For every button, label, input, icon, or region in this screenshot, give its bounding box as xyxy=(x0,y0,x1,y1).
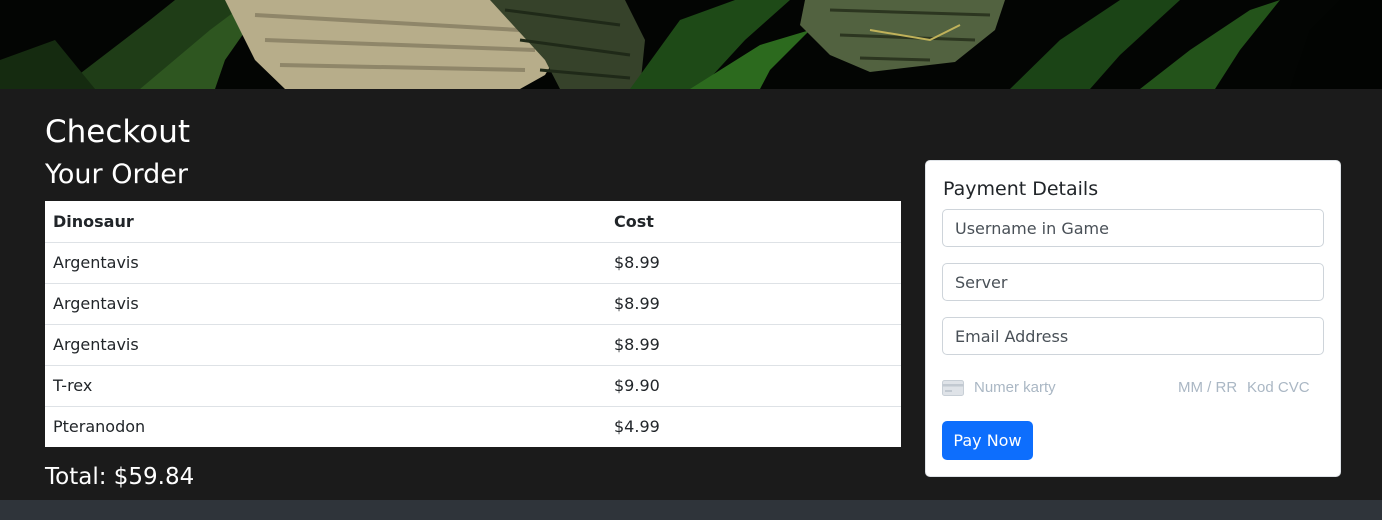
dinosaur-name: Argentavis xyxy=(45,324,606,366)
payment-details-card: Payment Details Numer karty MM / RR Kod … xyxy=(925,160,1341,477)
hero-banner xyxy=(0,0,1382,89)
table-row: Argentavis $8.99 xyxy=(45,242,901,284)
table-row: Pteranodon $4.99 xyxy=(45,406,901,447)
credit-card-icon xyxy=(942,380,964,396)
email-input[interactable] xyxy=(942,317,1324,355)
dinosaur-name: Argentavis xyxy=(45,242,606,284)
dinosaur-name: Argentavis xyxy=(45,283,606,325)
dinosaur-cost: $8.99 xyxy=(606,242,901,284)
dinosaur-cost: $9.90 xyxy=(606,365,901,407)
footer-bar xyxy=(0,500,1382,520)
dinosaur-jungle-image xyxy=(0,0,1382,89)
table-header-row: Dinosaur Cost xyxy=(45,201,901,243)
checkout-section: Checkout Your Order Dinosaur Cost Argent… xyxy=(0,89,1382,500)
dinosaur-name: Pteranodon xyxy=(53,417,146,437)
table-row: Argentavis $8.99 xyxy=(45,283,901,325)
table-row: Argentavis $8.99 xyxy=(45,324,901,366)
server-input[interactable] xyxy=(942,263,1324,301)
column-header-cost: Cost xyxy=(606,201,901,243)
card-cvc-input[interactable]: Kod CVC xyxy=(1247,379,1310,396)
username-input[interactable] xyxy=(942,209,1324,247)
card-expiry-input[interactable]: MM / RR xyxy=(1178,379,1237,396)
order-title: Your Order xyxy=(45,159,188,190)
column-header-dinosaur: Dinosaur xyxy=(45,201,606,243)
dinosaur-cost: $8.99 xyxy=(606,283,901,325)
dinosaur-cost: $4.99 xyxy=(614,417,660,437)
payment-title: Payment Details xyxy=(943,178,1099,200)
card-element[interactable]: Numer karty MM / RR Kod CVC xyxy=(942,377,1324,399)
page-title: Checkout xyxy=(45,114,191,150)
dinosaur-cost: $8.99 xyxy=(606,324,901,366)
order-total: Total: $59.84 xyxy=(45,464,195,490)
table-row: T-rex $9.90 xyxy=(45,365,901,407)
order-table: Dinosaur Cost Argentavis $8.99 Argentavi… xyxy=(45,201,901,447)
dinosaur-name: T-rex xyxy=(45,365,606,407)
pay-now-button[interactable]: Pay Now xyxy=(942,421,1033,460)
card-number-input[interactable]: Numer karty xyxy=(974,379,1056,396)
